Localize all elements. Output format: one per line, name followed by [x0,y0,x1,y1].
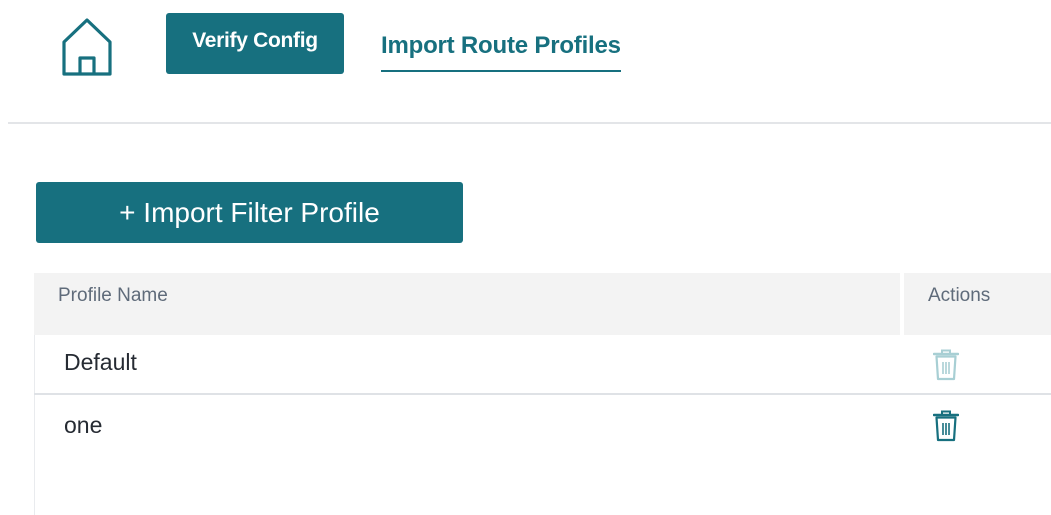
table-header: Profile Name Actions [34,273,1051,335]
column-header-actions: Actions [904,273,1051,335]
profiles-table: Profile Name Actions Default one [34,273,1051,515]
trash-icon[interactable] [933,410,959,442]
trash-icon [933,349,959,381]
header-divider [8,122,1051,124]
tab-import-route-profiles[interactable]: Import Route Profiles [381,32,621,72]
import-filter-profile-label: + Import Filter Profile [119,196,380,228]
table-row: Default [34,335,1051,395]
import-filter-profile-button[interactable]: + Import Filter Profile [36,182,463,243]
profile-name-cell: one [64,412,103,438]
profile-name-cell: Default [64,349,137,375]
verify-config-label: Verify Config [192,28,318,52]
verify-config-button[interactable]: Verify Config [166,13,344,74]
column-header-profile-name: Profile Name [34,273,900,335]
home-icon[interactable] [60,16,114,78]
column-header-profile-name-label: Profile Name [58,285,168,306]
table-row: one [34,396,1051,456]
column-header-actions-label: Actions [928,285,991,306]
tab-import-route-profiles-label: Import Route Profiles [381,32,621,59]
